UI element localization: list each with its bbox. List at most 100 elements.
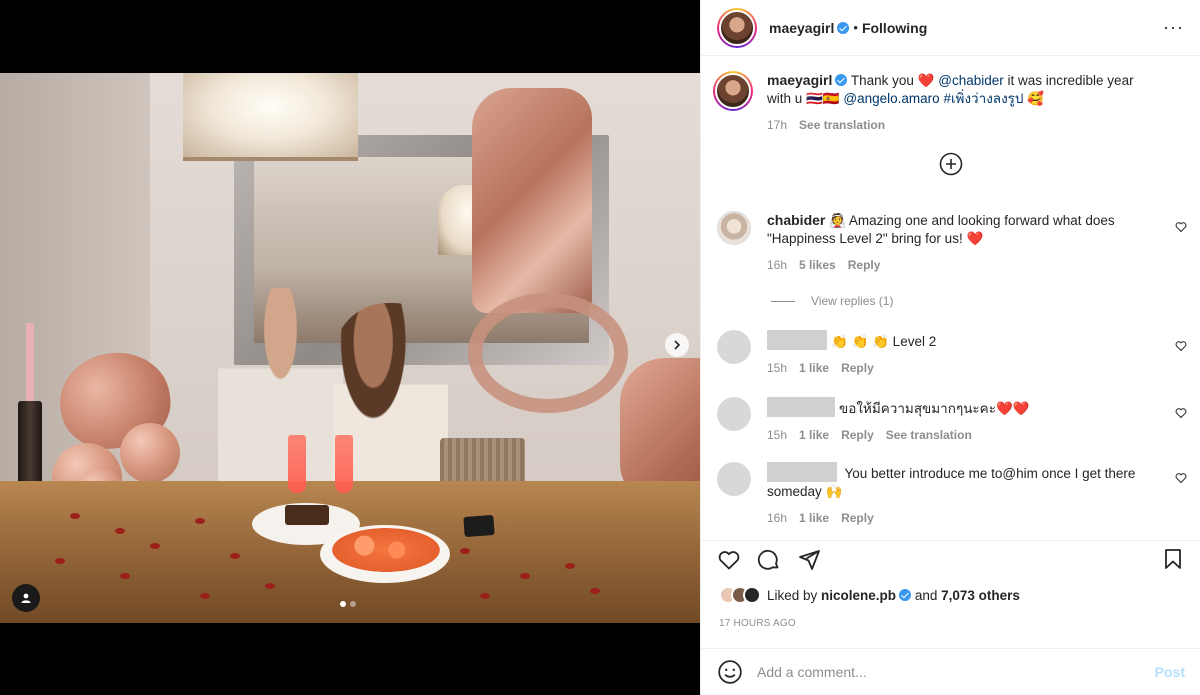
photo-petal [115, 528, 125, 534]
caption-hashtag[interactable]: #เพิ่งว่างลงรูป [943, 91, 1023, 106]
photo-petal [265, 583, 275, 589]
photo-phone [463, 514, 495, 538]
caption-mention[interactable]: @angelo.amaro [843, 91, 939, 106]
heart-icon [718, 550, 740, 569]
comment-username-redacted [767, 330, 827, 350]
save-button[interactable] [1161, 547, 1185, 571]
plus-circle-icon [939, 152, 963, 176]
carousel-dot-active [340, 601, 346, 607]
comment-text: ขอให้มีความสุขมากๆนะคะ❤️❤️ [767, 397, 1157, 418]
reply-button[interactable]: Reply [841, 361, 874, 375]
author-avatar[interactable] [717, 7, 757, 48]
photo-petal [590, 588, 600, 594]
heart-outline-icon[interactable] [1175, 340, 1187, 352]
heart-outline-icon[interactable] [1175, 472, 1187, 484]
post-timestamp[interactable]: 17 HOURS AGO [719, 618, 796, 629]
likes-summary: Liked by nicolene.pb and 7,073 others [719, 586, 1020, 604]
comment-likes[interactable]: 1 like [799, 511, 829, 525]
photo-petal [480, 593, 490, 599]
comment-meta: 15h 1 like Reply [767, 361, 1157, 375]
heart-outline-icon[interactable] [1175, 221, 1187, 233]
comment-avatar[interactable] [717, 211, 751, 245]
send-icon [799, 549, 820, 570]
photo-petal [565, 563, 575, 569]
comment-avatar[interactable] [717, 330, 751, 364]
reply-button[interactable]: Reply [841, 511, 874, 525]
header-separator: • [853, 20, 858, 35]
share-button[interactable] [797, 548, 823, 574]
post-side-panel: maeyagirl • Following ··· maeyagirl Than… [700, 0, 1200, 695]
comment-username[interactable]: chabider [767, 212, 825, 228]
emoji-icon[interactable] [717, 659, 743, 685]
photo-petal [70, 513, 80, 519]
photo-fruit [332, 528, 440, 572]
carousel-dot [350, 601, 356, 607]
comment-button[interactable] [757, 548, 783, 574]
caption-time: 17h [767, 118, 788, 132]
next-photo-button[interactable] [665, 333, 689, 357]
comment-composer: Post [701, 648, 1200, 695]
post-actions [701, 540, 1200, 580]
comment-likes[interactable]: 5 likes [799, 258, 836, 272]
reply-button[interactable]: Reply [848, 258, 881, 272]
user-icon [21, 593, 31, 603]
comment-icon [757, 549, 779, 570]
reply-button[interactable]: Reply [841, 428, 874, 442]
liked-by-user[interactable]: nicolene.pb [821, 588, 896, 603]
more-dots-icon[interactable]: ··· [1163, 18, 1184, 36]
comment-item: 👏 👏 👏 Level 2 15h 1 like Reply [717, 330, 1187, 375]
likes-suffix: and [911, 587, 942, 603]
see-translation-link[interactable]: See translation [886, 428, 972, 442]
photo-number-one-balloon [472, 88, 592, 313]
heart-outline-icon[interactable] [1175, 407, 1187, 419]
post-photo[interactable] [0, 73, 700, 623]
caption-text-part: 🥰 [1023, 91, 1045, 106]
photo-glass [335, 435, 353, 493]
photo-petal [195, 518, 205, 524]
photo-pendant-lamp [183, 73, 358, 161]
caption-meta: 17h See translation [767, 118, 1152, 132]
comment-likes[interactable]: 1 like [799, 361, 829, 375]
comment-time: 16h [767, 511, 788, 525]
verified-badge-icon [837, 21, 850, 34]
photo-candle [26, 323, 34, 401]
caption-symbols: 🇹🇭🇪🇸 [806, 91, 844, 106]
liker-avatar[interactable] [743, 586, 761, 604]
photo-petal [150, 543, 160, 549]
see-translation-link[interactable]: See translation [799, 118, 885, 132]
caption-heart: ❤️ [917, 73, 935, 88]
like-button[interactable] [717, 548, 743, 574]
view-replies-line [771, 300, 795, 302]
photo-petal [120, 573, 130, 579]
load-more-comments[interactable] [701, 152, 1200, 178]
comment-username-redacted [767, 397, 835, 417]
comment-likes[interactable]: 1 like [799, 428, 829, 442]
comments-list[interactable]: maeyagirl Thank you ❤️ @chabider it was … [701, 57, 1200, 534]
comment-time: 15h [767, 428, 788, 442]
comment-text: chabider 👰 Amazing one and looking forwa… [767, 211, 1157, 248]
photo-petal [460, 548, 470, 554]
tagged-users-button[interactable] [12, 584, 40, 612]
comment-avatar[interactable] [717, 397, 751, 431]
comment-body: 👏 👏 👏 Level 2 [831, 334, 937, 349]
post-caption: maeyagirl Thank you ❤️ @chabider it was … [701, 57, 1200, 132]
caption-mention[interactable]: @chabider [938, 73, 1004, 88]
photo-cake [285, 505, 329, 525]
post-header: maeyagirl • Following ··· [701, 0, 1200, 56]
bookmark-icon [1165, 549, 1181, 569]
caption-avatar[interactable] [713, 71, 753, 111]
caption-text-part: Thank you [850, 73, 918, 88]
post-comment-button[interactable]: Post [1155, 664, 1185, 680]
comment-avatar[interactable] [717, 462, 751, 496]
comment-text: You better introduce me to@him once I ge… [767, 462, 1157, 501]
following-button[interactable]: Following [862, 20, 927, 36]
author-username[interactable]: maeyagirl [769, 20, 834, 36]
verified-badge-icon [835, 74, 848, 86]
comment-meta: 15h 1 like Reply See translation [767, 428, 1157, 442]
comment-meta: 16h 1 like Reply [767, 511, 1157, 525]
caption-username[interactable]: maeyagirl [767, 72, 832, 88]
comment-item: chabider 👰 Amazing one and looking forwa… [717, 211, 1187, 272]
likes-count[interactable]: 7,073 others [941, 588, 1020, 603]
view-replies-button[interactable]: View replies (1) [771, 294, 893, 308]
comment-input[interactable] [757, 664, 1155, 680]
